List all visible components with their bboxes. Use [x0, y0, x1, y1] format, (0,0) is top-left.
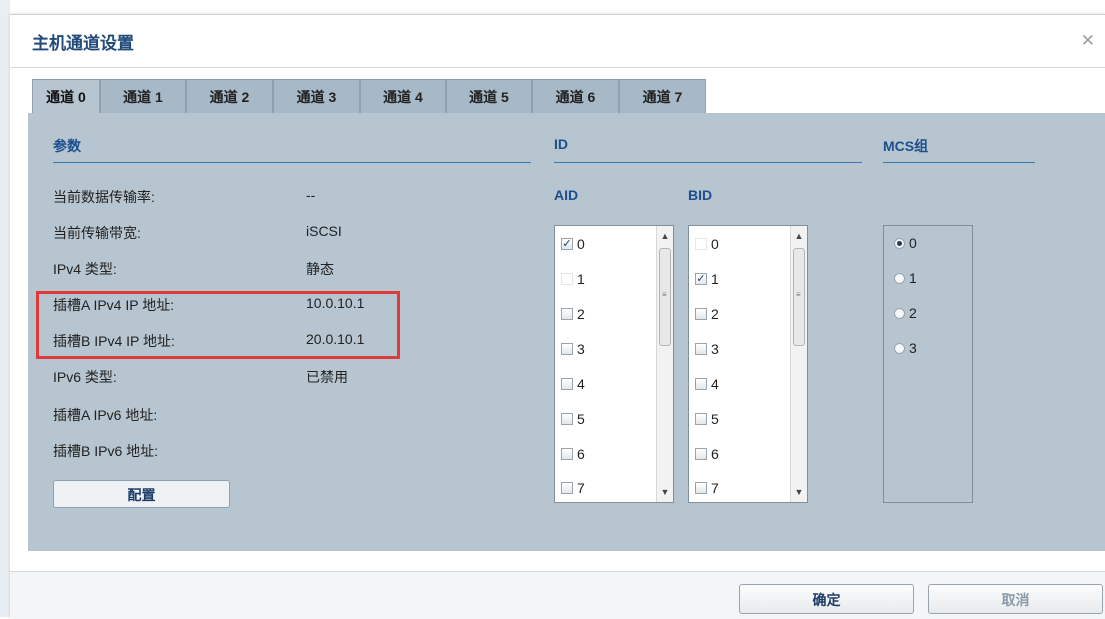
checkbox-icon[interactable]: [695, 482, 707, 494]
aid-option-4[interactable]: 4: [561, 374, 585, 394]
tab-panel: 参数 当前数据传输率: -- 当前传输带宽: iSCSI IPv4 类型: 静态…: [28, 113, 1105, 551]
param-label: IPv4 类型:: [53, 261, 117, 277]
radio-icon[interactable]: [894, 307, 905, 319]
params-divider: [53, 162, 531, 163]
param-value: 已禁用: [306, 369, 348, 385]
aid-option-3[interactable]: 3: [561, 339, 585, 359]
tab-channel-5[interactable]: 通道 5: [446, 79, 532, 113]
aid-label: AID: [554, 187, 579, 203]
param-value: 静态: [306, 261, 334, 277]
param-label: IPv6 类型:: [53, 369, 117, 385]
aid-option-6[interactable]: 6: [561, 444, 585, 464]
checkbox-icon[interactable]: [695, 378, 707, 390]
checkbox-icon[interactable]: [561, 343, 573, 355]
aid-option-7[interactable]: 7: [561, 478, 585, 498]
bid-option-2[interactable]: 2: [695, 304, 719, 324]
checkbox-icon[interactable]: [561, 378, 573, 390]
mcs-option-1[interactable]: 1: [894, 268, 917, 288]
tab-channel-6[interactable]: 通道 6: [532, 79, 619, 113]
host-channel-settings-dialog: 主机通道设置 ✕ 通道 0 通道 1 通道 2 通道 3 通道 4 通道 5 通…: [10, 14, 1105, 619]
tab-channel-2[interactable]: 通道 2: [186, 79, 273, 113]
tab-channel-0[interactable]: 通道 0: [32, 79, 100, 115]
radio-icon[interactable]: [894, 342, 905, 354]
checkbox-checked-icon[interactable]: ✓: [695, 273, 707, 285]
scroll-thumb[interactable]: ≡: [793, 248, 805, 346]
checkbox-icon[interactable]: [561, 448, 573, 460]
scroll-down-arrow-icon[interactable]: ▼: [657, 484, 673, 500]
mcs-divider: [883, 162, 1035, 163]
scroll-thumb[interactable]: ≡: [659, 248, 671, 346]
mcs-option-2[interactable]: 2: [894, 303, 917, 323]
bid-option-5[interactable]: 5: [695, 409, 719, 429]
aid-option-5[interactable]: 5: [561, 409, 585, 429]
checkbox-icon[interactable]: [695, 308, 707, 320]
scroll-up-arrow-icon[interactable]: ▲: [657, 228, 673, 244]
param-label: 当前传输带宽:: [53, 225, 141, 241]
mcs-option-0[interactable]: 0: [894, 233, 917, 253]
close-icon[interactable]: ✕: [1081, 31, 1095, 51]
bid-option-3[interactable]: 3: [695, 339, 719, 359]
configure-button[interactable]: 配置: [53, 480, 230, 508]
checkbox-icon[interactable]: [561, 482, 573, 494]
id-heading: ID: [554, 136, 568, 152]
aid-listbox[interactable]: ✓ 0 1 2 3 4 5 6 7 ▲ ≡ ▼: [554, 225, 674, 503]
grip-icon: ≡: [662, 290, 667, 299]
scroll-up-arrow-icon[interactable]: ▲: [791, 228, 807, 244]
grip-icon: ≡: [796, 290, 801, 299]
checkbox-icon[interactable]: [695, 238, 707, 250]
dialog-footer: 确定 取消: [10, 571, 1105, 619]
checkbox-icon[interactable]: [561, 413, 573, 425]
checkbox-icon[interactable]: [561, 308, 573, 320]
ip-address-highlight-box: [36, 291, 400, 359]
aid-scrollbar[interactable]: ▲ ≡ ▼: [656, 226, 673, 502]
radio-icon[interactable]: [894, 272, 905, 284]
bid-option-6[interactable]: 6: [695, 444, 719, 464]
bid-scrollbar[interactable]: ▲ ≡ ▼: [790, 226, 807, 502]
cancel-button[interactable]: 取消: [928, 584, 1103, 614]
id-divider: [554, 162, 862, 163]
bid-option-1[interactable]: ✓ 1: [695, 269, 719, 289]
tab-channel-4[interactable]: 通道 4: [360, 79, 446, 113]
param-value: --: [306, 187, 316, 203]
dialog-title: 主机通道设置: [32, 34, 134, 53]
tab-channel-7[interactable]: 通道 7: [619, 79, 706, 113]
checkbox-icon[interactable]: [695, 413, 707, 425]
checkbox-icon[interactable]: [561, 273, 573, 285]
checkbox-icon[interactable]: [695, 448, 707, 460]
bid-option-0[interactable]: 0: [695, 234, 719, 254]
bid-listbox[interactable]: 0 ✓ 1 2 3 4 5 6 7 ▲ ≡ ▼: [688, 225, 808, 503]
bid-label: BID: [688, 187, 713, 203]
param-value: iSCSI: [306, 223, 342, 239]
checkbox-checked-icon[interactable]: ✓: [561, 238, 573, 250]
mcs-heading: MCS组: [883, 138, 929, 154]
scroll-down-arrow-icon[interactable]: ▼: [791, 484, 807, 500]
bid-option-7[interactable]: 7: [695, 478, 719, 498]
mcs-option-3[interactable]: 3: [894, 338, 917, 358]
param-label: 当前数据传输率:: [53, 189, 155, 205]
bid-option-4[interactable]: 4: [695, 374, 719, 394]
aid-option-0[interactable]: ✓ 0: [561, 234, 585, 254]
dialog-titlebar: 主机通道设置 ✕: [10, 15, 1105, 68]
aid-option-2[interactable]: 2: [561, 304, 585, 324]
ok-button[interactable]: 确定: [739, 584, 914, 614]
param-label: 插槽B IPv6 地址:: [53, 443, 159, 459]
mcs-group-radio-list: 0 1 2 3: [883, 225, 973, 503]
checkbox-icon[interactable]: [695, 343, 707, 355]
radio-selected-icon[interactable]: [894, 237, 905, 249]
tab-channel-3[interactable]: 通道 3: [273, 79, 360, 113]
tab-channel-1[interactable]: 通道 1: [100, 79, 186, 113]
params-heading: 参数: [53, 138, 81, 154]
background-page: [0, 0, 10, 617]
aid-option-1[interactable]: 1: [561, 269, 585, 289]
param-label: 插槽A IPv6 地址:: [53, 407, 158, 423]
